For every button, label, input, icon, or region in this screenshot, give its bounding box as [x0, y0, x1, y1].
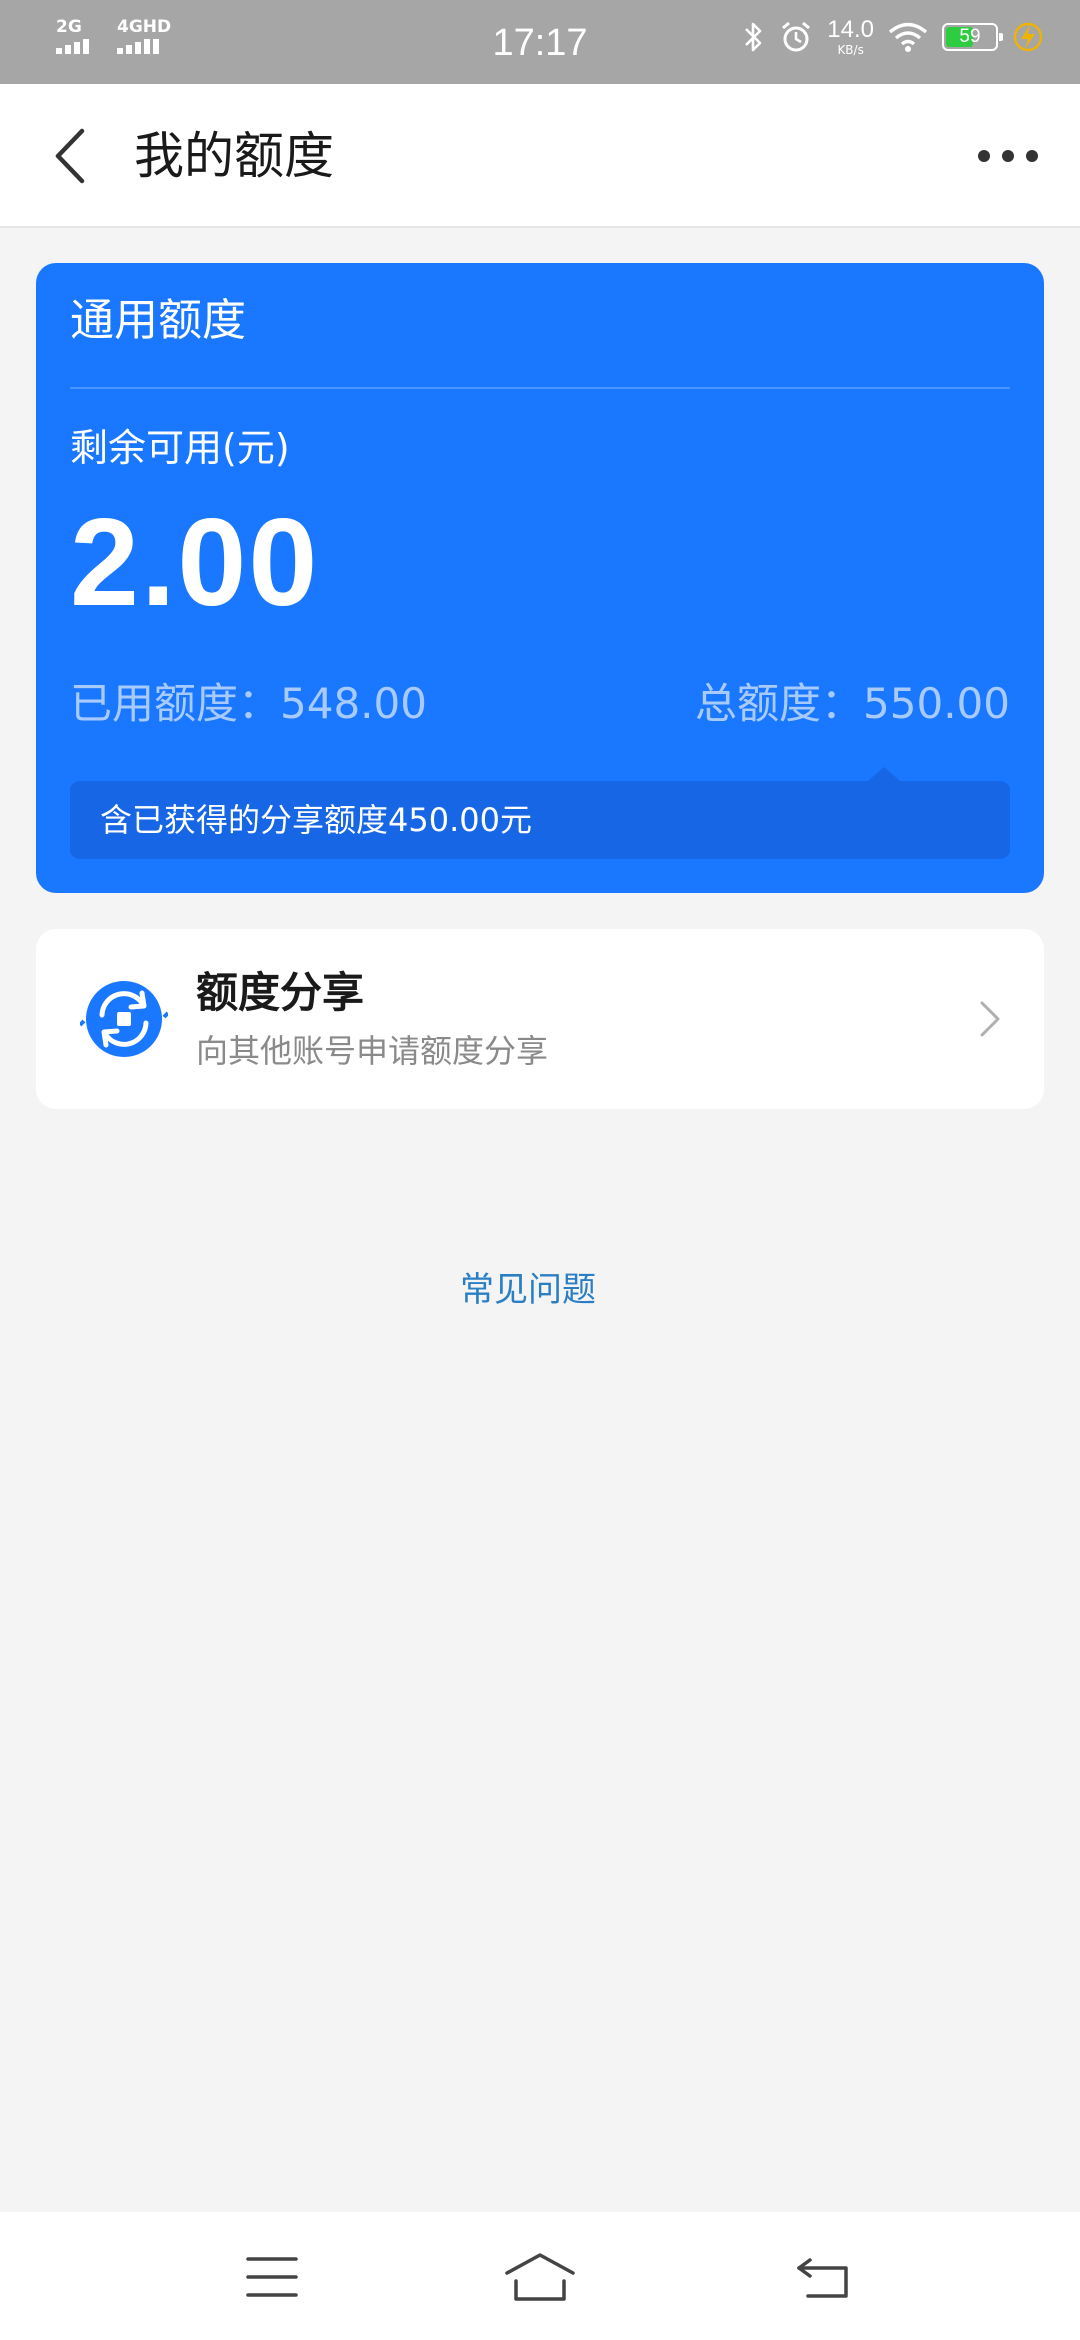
chevron-left-icon [55, 128, 85, 184]
speed-unit: KB/s [837, 43, 864, 57]
remaining-label: 剩余可用(元) [70, 426, 290, 470]
chevron-right-icon [980, 1001, 1000, 1037]
wifi-icon [888, 22, 928, 52]
status-bar: 2G 4GHD 17:17 14.0 KB/s 59 [0, 0, 1080, 84]
quota-card: 通用额度 剩余可用(元) 2.00 已用额度：548.00 总额度：550.00… [36, 263, 1044, 893]
menu-icon [246, 2257, 298, 2297]
share-subtitle: 向其他账号申请额度分享 [196, 1032, 549, 1070]
faq-link[interactable]: 常见问题 [0, 1266, 1056, 1314]
remaining-amount: 2.00 [70, 494, 320, 632]
used-quota: 已用额度：548.00 [70, 679, 427, 728]
share-quota-row[interactable]: 额度分享 向其他账号申请额度分享 [36, 929, 1044, 1109]
more-dots-icon [1026, 150, 1038, 162]
more-button[interactable] [972, 136, 1044, 176]
speed-value: 14.0 [827, 16, 874, 43]
battery-tip [999, 33, 1003, 41]
back-icon [797, 2258, 848, 2298]
charging-icon [1013, 22, 1043, 52]
more-dots-icon [1002, 150, 1014, 162]
back-button[interactable] [40, 124, 100, 188]
share-quota-icon [80, 981, 168, 1057]
page-title: 我的额度 [134, 127, 334, 185]
share-note-text: 含已获得的分享额度450.00元 [100, 801, 532, 839]
share-title: 额度分享 [196, 968, 365, 1017]
bluetooth-icon [745, 22, 762, 52]
back-nav-button[interactable] [784, 2242, 864, 2312]
battery-percent: 59 [959, 26, 981, 47]
share-note-arrow [868, 767, 900, 781]
alarm-icon [782, 21, 811, 52]
card-title: 通用额度 [70, 295, 246, 346]
app-bar: 我的额度 [0, 84, 1080, 228]
battery-icon: 59 [942, 23, 1003, 51]
menu-button[interactable] [232, 2242, 312, 2312]
nav-bar [0, 2212, 1080, 2340]
share-note: 含已获得的分享额度450.00元 [70, 767, 1010, 859]
home-icon [505, 2253, 575, 2301]
total-quota: 总额度：550.00 [695, 679, 1010, 728]
network-speed: 14.0 KB/s [827, 16, 874, 57]
home-button[interactable] [500, 2242, 580, 2312]
more-dots-icon [978, 150, 990, 162]
card-divider [70, 387, 1010, 389]
status-icons: 14.0 KB/s 59 [743, 18, 1044, 56]
